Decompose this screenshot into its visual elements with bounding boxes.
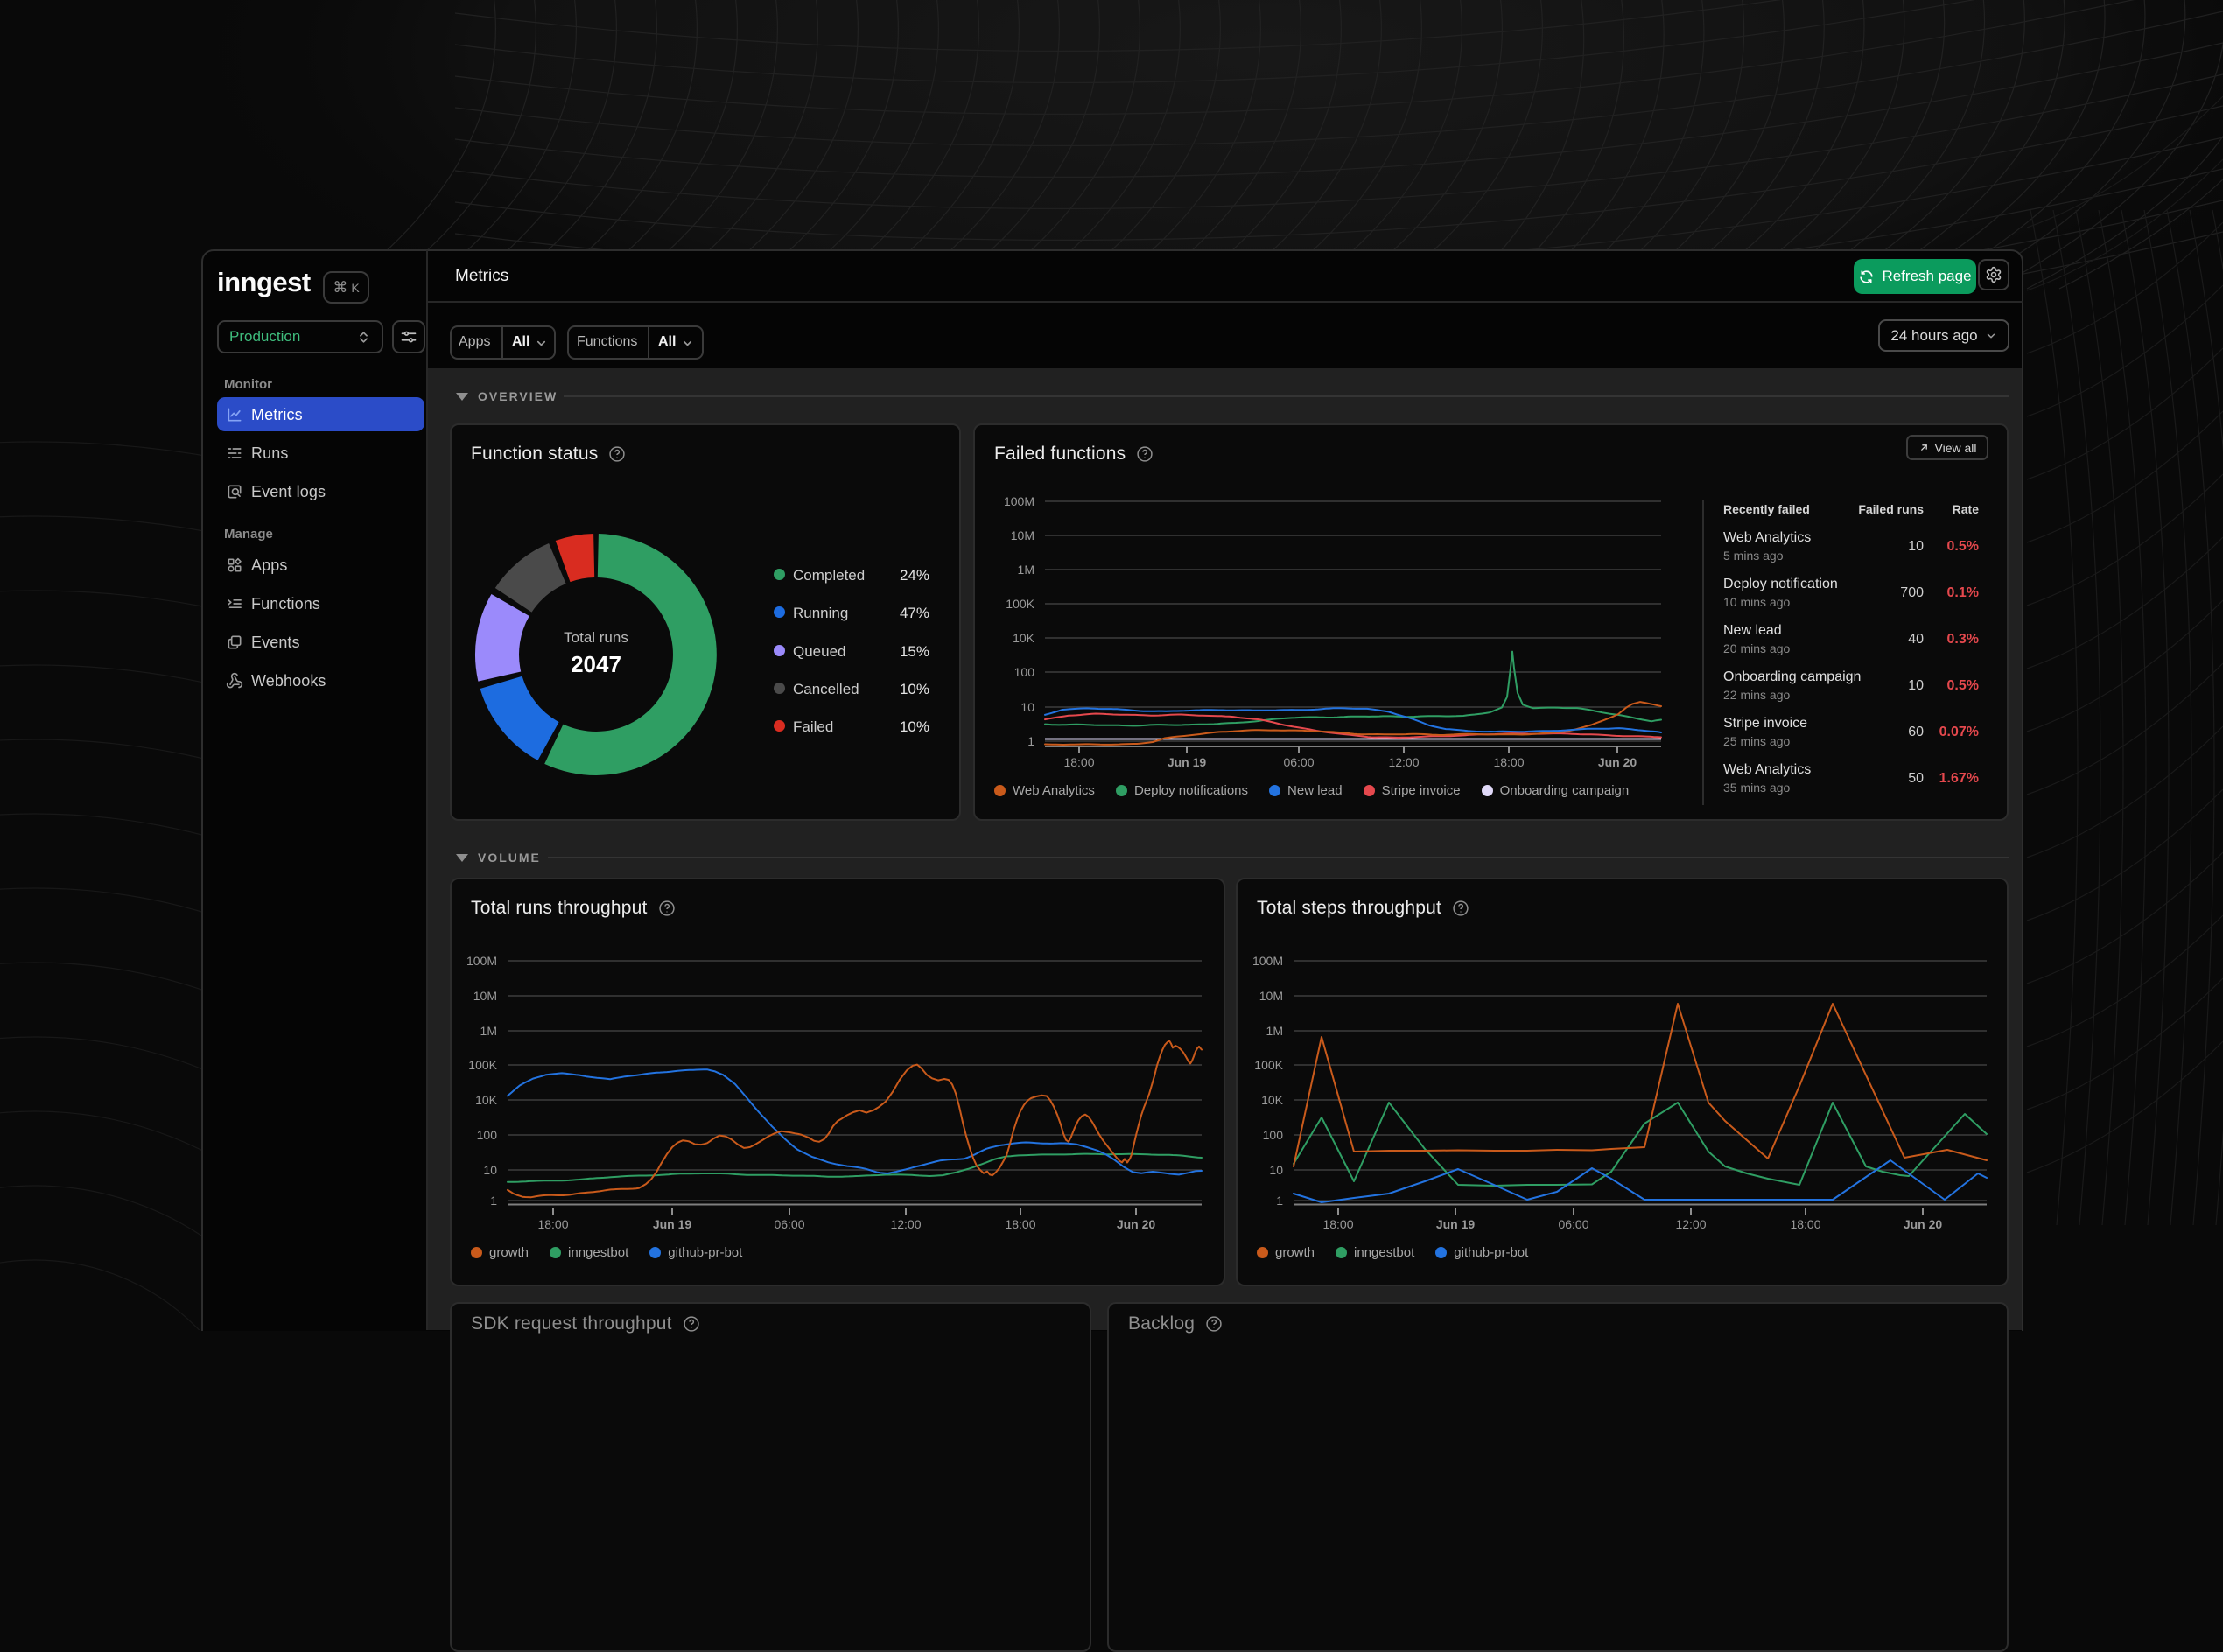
svg-text:100: 100 xyxy=(1014,665,1035,679)
svg-text:100M: 100M xyxy=(1252,954,1283,968)
svg-text:10: 10 xyxy=(1020,700,1034,714)
svg-text:18:00: 18:00 xyxy=(1005,1217,1035,1231)
svg-text:100: 100 xyxy=(1263,1128,1284,1142)
svg-text:1: 1 xyxy=(1027,734,1034,748)
svg-text:100: 100 xyxy=(477,1128,498,1142)
svg-text:1: 1 xyxy=(1276,1194,1283,1208)
svg-text:Jun 20: Jun 20 xyxy=(1598,755,1637,769)
svg-text:12:00: 12:00 xyxy=(890,1217,921,1231)
svg-text:Jun 20: Jun 20 xyxy=(1117,1217,1156,1231)
svg-text:10: 10 xyxy=(483,1163,497,1177)
svg-text:10K: 10K xyxy=(1013,631,1035,645)
svg-text:100M: 100M xyxy=(1004,494,1034,508)
svg-text:18:00: 18:00 xyxy=(1493,755,1524,769)
svg-text:10K: 10K xyxy=(1261,1093,1284,1107)
svg-text:10K: 10K xyxy=(475,1093,498,1107)
svg-text:10: 10 xyxy=(1269,1163,1283,1177)
svg-text:18:00: 18:00 xyxy=(1322,1217,1353,1231)
svg-text:Jun 19: Jun 19 xyxy=(1436,1217,1476,1231)
svg-text:10M: 10M xyxy=(473,989,497,1003)
svg-text:1: 1 xyxy=(490,1194,497,1208)
svg-text:1M: 1M xyxy=(480,1024,497,1038)
svg-text:12:00: 12:00 xyxy=(1388,755,1419,769)
svg-text:10M: 10M xyxy=(1011,528,1034,542)
svg-text:100K: 100K xyxy=(1006,597,1034,611)
svg-text:Jun 19: Jun 19 xyxy=(653,1217,692,1231)
svg-text:12:00: 12:00 xyxy=(1675,1217,1706,1231)
svg-text:100K: 100K xyxy=(468,1058,497,1072)
svg-text:1M: 1M xyxy=(1018,563,1034,577)
svg-text:06:00: 06:00 xyxy=(774,1217,804,1231)
svg-text:18:00: 18:00 xyxy=(537,1217,568,1231)
svg-text:06:00: 06:00 xyxy=(1558,1217,1588,1231)
svg-text:100K: 100K xyxy=(1254,1058,1283,1072)
svg-text:10M: 10M xyxy=(1259,989,1283,1003)
svg-text:Jun 20: Jun 20 xyxy=(1904,1217,1943,1231)
svg-text:18:00: 18:00 xyxy=(1790,1217,1820,1231)
svg-text:100M: 100M xyxy=(466,954,497,968)
svg-text:06:00: 06:00 xyxy=(1283,755,1314,769)
svg-text:18:00: 18:00 xyxy=(1063,755,1094,769)
svg-text:1M: 1M xyxy=(1266,1024,1283,1038)
svg-text:Jun 19: Jun 19 xyxy=(1168,755,1207,769)
